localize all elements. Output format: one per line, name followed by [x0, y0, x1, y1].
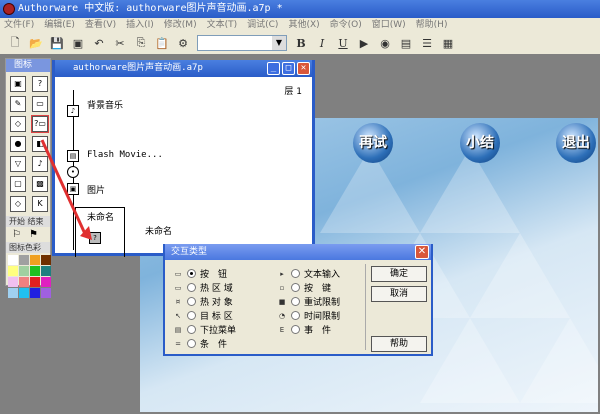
radio-target-area[interactable] — [187, 311, 196, 320]
option-button-label: 按 钮 — [200, 270, 228, 280]
radio-hot-spot[interactable] — [187, 283, 196, 292]
radio-button[interactable] — [187, 269, 196, 278]
dialog-title: 交互类型 ✕ — [165, 244, 431, 260]
radio-time-limit[interactable] — [291, 311, 300, 320]
conditional-icon: = — [175, 339, 181, 348]
option-event-label: 事 件 — [304, 326, 332, 336]
button-icon: ▭ — [174, 269, 182, 278]
option-target-area-label: 目 标 区 — [200, 312, 233, 322]
option-time-limit-label: 时间限制 — [304, 312, 341, 322]
interaction-type-dialog: 交互类型 ✕ ▭ 按 钮 ▭ 热 区 域 ¤ 热 对 象 ↖ 目 标 区 ▤ 下拉菜单 = 条… — [163, 244, 433, 356]
radio-text-entry[interactable] — [291, 269, 300, 278]
option-tries-limit-label: 重试限制 — [304, 298, 341, 308]
keypress-icon: ▫ — [279, 283, 285, 292]
radio-event[interactable] — [291, 325, 300, 334]
help-button[interactable]: 帮助 — [371, 336, 427, 352]
hot-object-icon: ¤ — [175, 297, 181, 306]
tries-limit-icon: ■ — [278, 297, 286, 306]
radio-conditional[interactable] — [187, 339, 196, 348]
option-hot-object-label: 热 对 象 — [200, 298, 233, 308]
radio-hot-object[interactable] — [187, 297, 196, 306]
option-keypress-label: 按 键 — [304, 284, 332, 294]
radio-keypress[interactable] — [291, 283, 300, 292]
time-limit-icon: ◔ — [278, 311, 286, 320]
close-icon[interactable]: ✕ — [415, 245, 429, 259]
radio-tries-limit[interactable] — [291, 297, 300, 306]
hot-spot-icon: ▭ — [174, 283, 182, 292]
option-text-entry-label: 文本输入 — [304, 270, 341, 280]
event-icon: E — [279, 325, 285, 334]
pulldown-menu-icon: ▤ — [174, 325, 182, 334]
option-hot-spot-label: 热 区 域 — [200, 284, 233, 294]
radio-pulldown-menu[interactable] — [187, 325, 196, 334]
text-entry-icon: ▸ — [280, 269, 284, 278]
target-area-icon: ↖ — [175, 311, 181, 320]
option-conditional-label: 条 件 — [200, 340, 228, 350]
dialog-divider — [365, 264, 366, 350]
ok-button[interactable]: 确定 — [371, 266, 427, 282]
cancel-button[interactable]: 取消 — [371, 286, 427, 302]
option-pulldown-menu-label: 下拉菜单 — [200, 326, 237, 336]
